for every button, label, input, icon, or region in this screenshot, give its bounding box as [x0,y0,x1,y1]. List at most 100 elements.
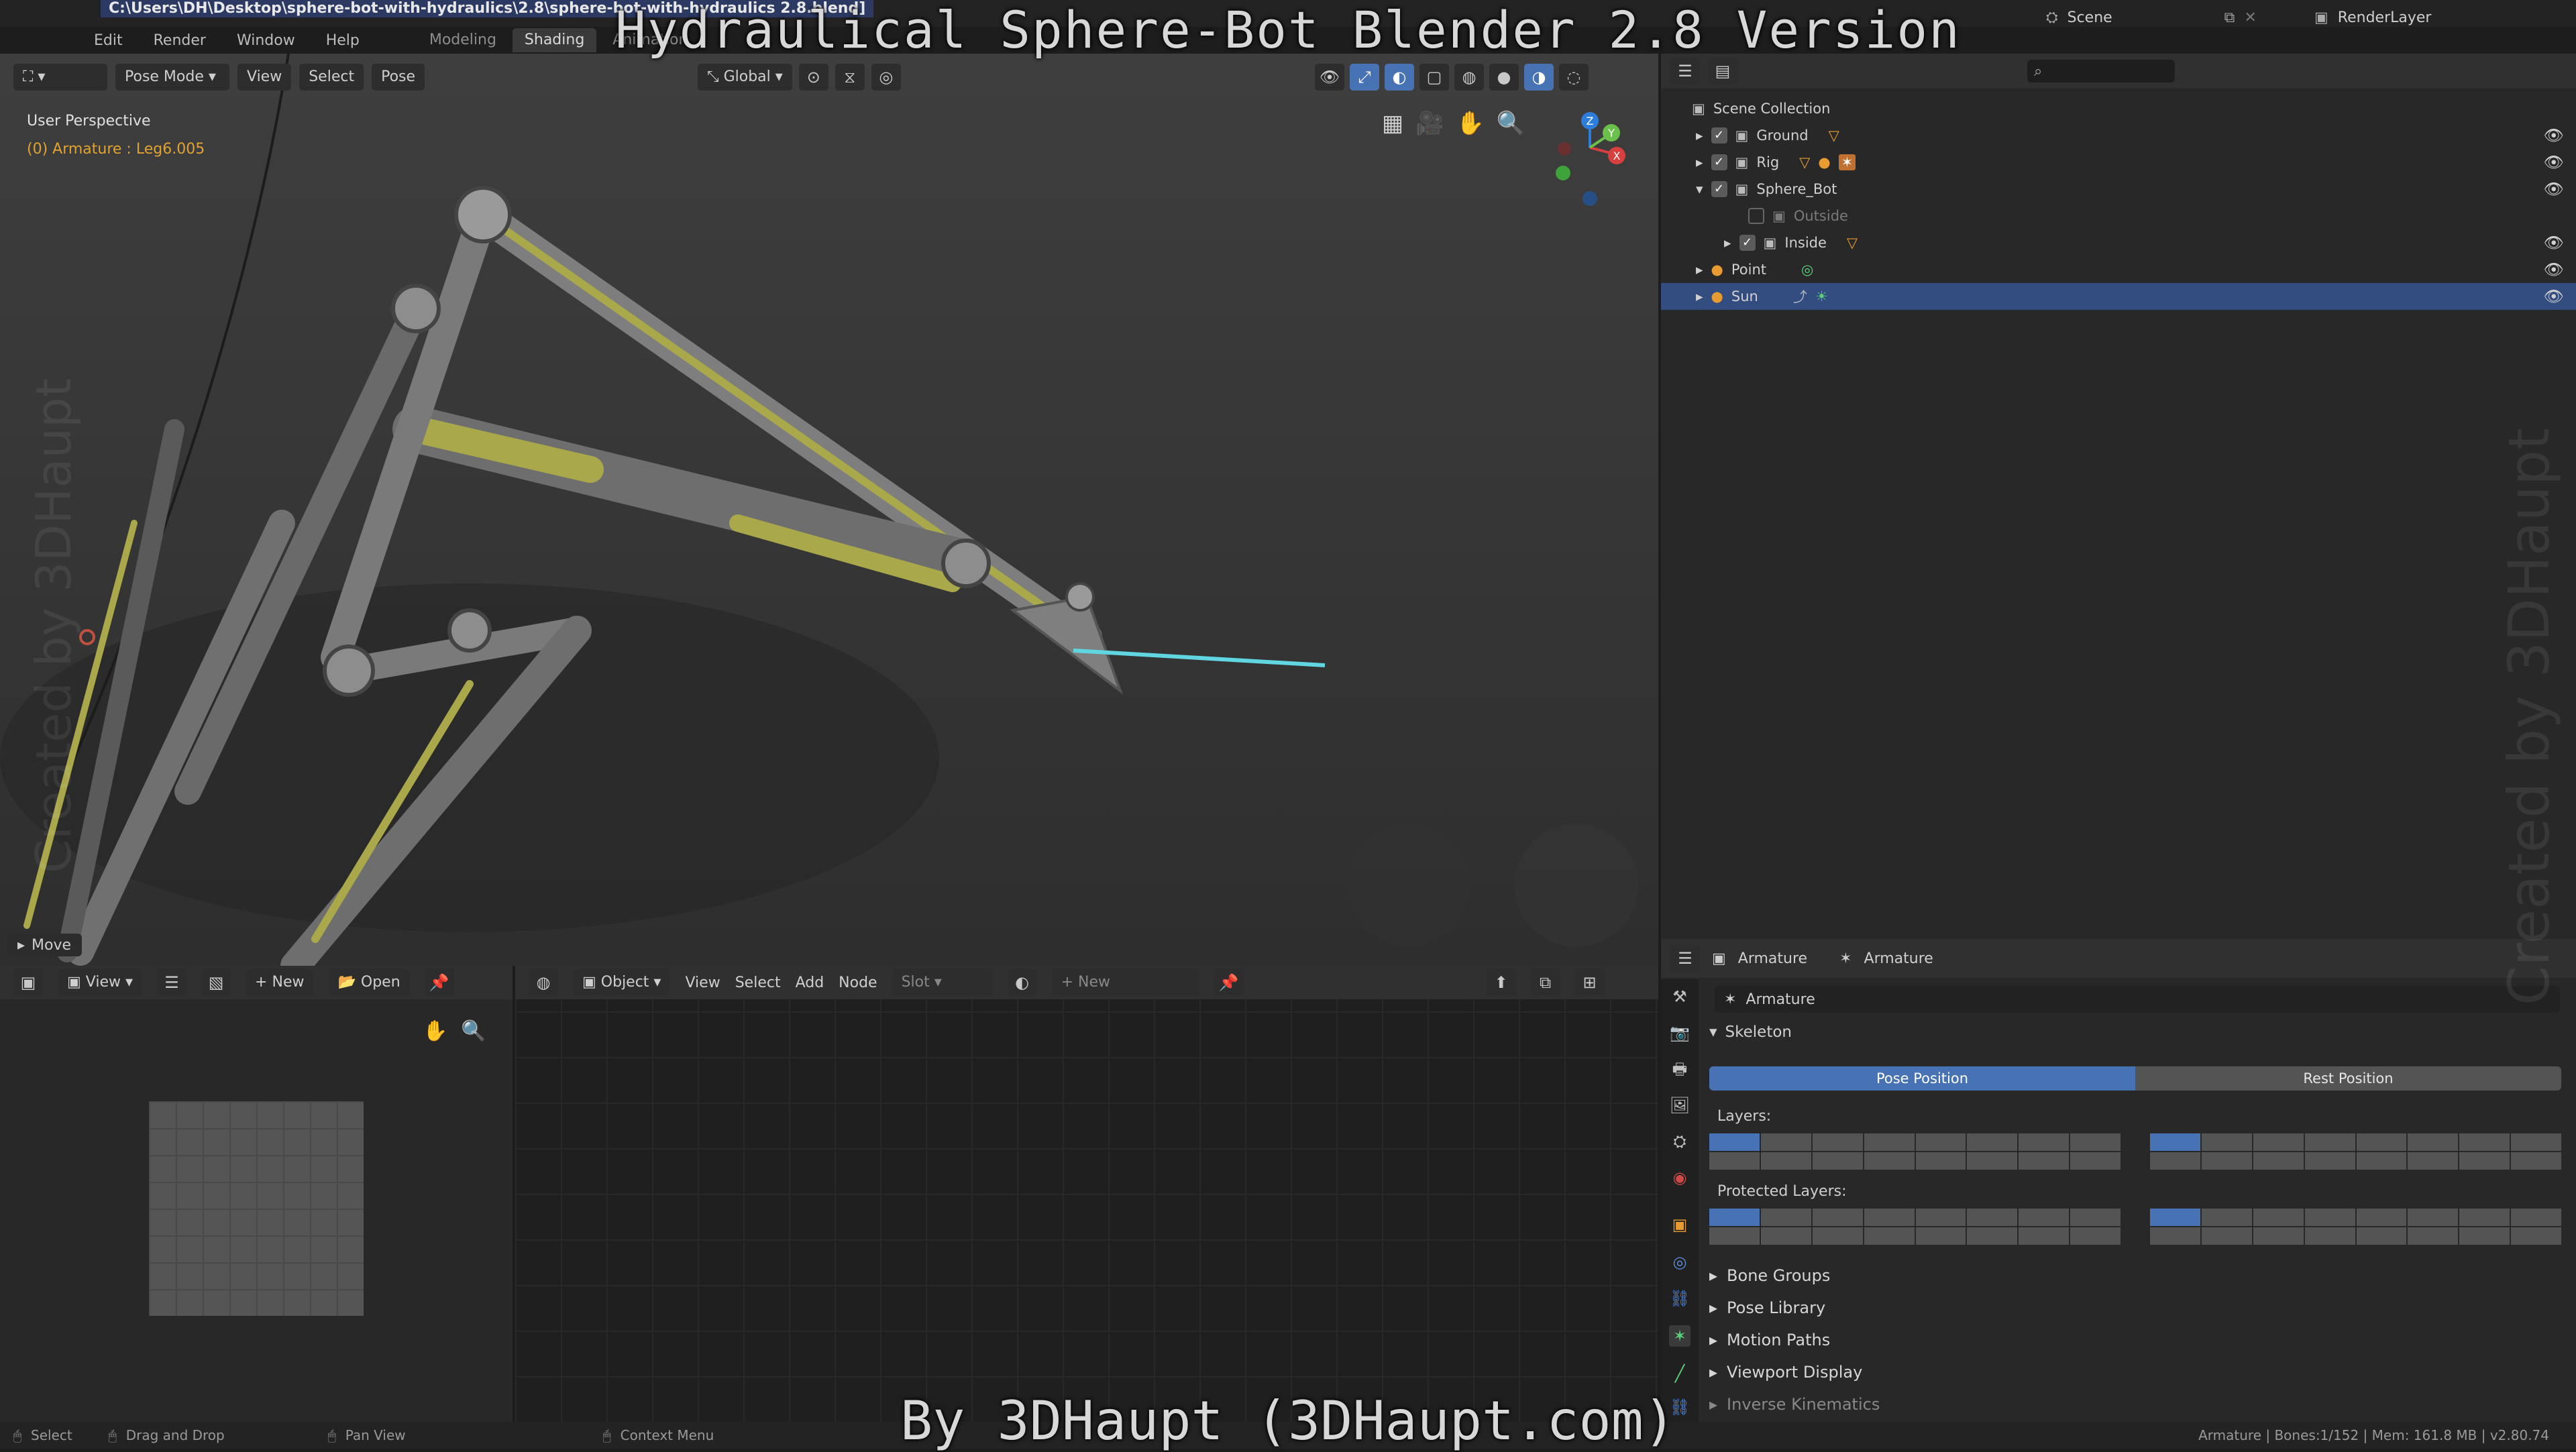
outliner-editor-icon[interactable]: ☰ [1670,58,1700,85]
pivot-icon[interactable]: ⊙ [798,64,828,91]
shader-node-editor[interactable]: ◍ ▣ Object ▾ View Select Add Node Slot ▾… [515,966,1658,1422]
orientation-dropdown[interactable]: ⤡ Global ▾ [698,64,792,91]
panel-motion-paths[interactable]: ▸ Motion Paths [1709,1324,2561,1356]
scene-collection-row[interactable]: ▣ Scene Collection [1661,95,2576,122]
snap-icon[interactable]: ⧉ [1530,969,1560,996]
menu-pose[interactable]: Pose [372,64,425,91]
outliner-item-rig[interactable]: ▸ ✓ ▣ Rig ▽ ● ✶ 👁 [1661,149,2576,176]
rest-position-button[interactable]: Rest Position [2135,1066,2561,1091]
outliner-item-point[interactable]: ▸ ● Point ◎ 👁 [1661,256,2576,283]
render-tab-icon[interactable]: 📷 [1669,1022,1690,1044]
xray-icon[interactable]: ▢ [1419,64,1449,91]
chevron-right-icon[interactable]: ▸ [1724,235,1731,251]
chevron-right-icon[interactable]: ▸ [1696,262,1703,278]
material-icon[interactable]: ◐ [1007,969,1037,996]
exclude-checkbox[interactable]: ✓ [1711,127,1727,144]
outliner-item-inside[interactable]: ▸ ✓ ▣ Inside ▽ 👁 [1661,229,2576,256]
editor-type-button[interactable]: ⛶ ▾ [13,64,107,91]
gizmo-icon[interactable]: ⤢ [1350,64,1379,91]
exclude-checkbox[interactable] [1748,208,1764,224]
mode-dropdown[interactable]: Pose Mode ▾ [115,64,229,91]
shader-type-dropdown[interactable]: ▣ Object ▾ [573,969,671,996]
navigation-gizmo[interactable]: Z X Y [1536,107,1644,215]
tool-tab-icon[interactable]: ⚒ [1669,986,1690,1007]
bone-tab-icon[interactable]: ╱ [1669,1363,1690,1384]
panel-pose-library[interactable]: ▸ Pose Library [1709,1292,2561,1324]
armature-data-tab-icon[interactable]: ✶ [1669,1325,1690,1347]
menu-view[interactable]: View [237,64,292,91]
image-browse-icon[interactable]: ▧ [201,969,231,996]
zoom-icon[interactable]: 🔍 [461,1019,486,1043]
chevron-down-icon[interactable]: ▾ [1696,181,1703,197]
pose-position-button[interactable]: Pose Position [1709,1066,2135,1091]
exclude-checkbox[interactable]: ✓ [1711,181,1727,197]
scene-tab-icon[interactable]: ⛭ [1669,1131,1690,1152]
image-editor[interactable]: ▣ ▣ View ▾ ☰ ▧ + New 📂 Open 📌 ✋ 🔍 [0,966,513,1422]
chevron-right-icon[interactable]: ▸ [1696,154,1703,170]
physics-tab-icon[interactable]: ◎ [1669,1251,1690,1273]
hand-icon[interactable]: ✋ [1456,110,1484,137]
exclude-checkbox[interactable]: ✓ [1739,235,1756,251]
armature-datablock-field[interactable]: ✶ Armature [1715,986,2560,1013]
eye-icon[interactable]: 👁 [2544,233,2564,252]
output-tab-icon[interactable]: 🖶 [1669,1058,1690,1080]
display-mode-icon[interactable]: ▤ [1708,58,1737,85]
menu-node[interactable]: Node [839,974,877,991]
overlay-icon[interactable]: ◐ [1385,64,1414,91]
new-image-button[interactable]: + New [246,969,314,996]
eye-icon[interactable]: 👁 [2544,126,2564,145]
chevron-right-icon[interactable]: ▸ [1696,288,1703,304]
object-tab-icon[interactable]: ▣ [1669,1214,1690,1235]
menu-icon[interactable]: ☰ [157,969,187,996]
zoom-icon[interactable]: 🔍 [1497,110,1525,137]
outliner-search-input[interactable]: ⌕ [2027,60,2175,82]
menu-view[interactable]: View [86,974,121,991]
editor-type-icon[interactable]: ▣ [13,969,43,996]
proportional-icon[interactable]: ◎ [871,64,901,91]
material-shading-icon[interactable]: ◑ [1524,64,1554,91]
outliner-item-sun[interactable]: ▸ ● Sun ⤴ ☀ 👁 [1661,283,2576,310]
new-material-button[interactable]: + New [1051,969,1199,996]
hand-icon[interactable]: ✋ [423,1019,447,1043]
menu-select[interactable]: Select [299,64,364,91]
wireframe-shading-icon[interactable]: ◍ [1454,64,1484,91]
camera-icon[interactable]: 🎥 [1415,110,1444,137]
view-layer-tab-icon[interactable]: 🖼 [1669,1095,1690,1116]
constraints-tab-icon[interactable]: ⛓ [1669,1288,1690,1309]
rendered-shading-icon[interactable]: ◌ [1559,64,1589,91]
panel-viewport-display[interactable]: ▸ Viewport Display [1709,1356,2561,1388]
menu-add[interactable]: Add [796,974,824,991]
eye-icon[interactable]: 👁 [2544,180,2564,199]
layer-buttons-right[interactable] [2150,1133,2561,1170]
pin-icon[interactable]: 📌 [1214,969,1244,996]
eye-icon[interactable]: 👁 [2544,260,2564,279]
protected-layer-buttons-right[interactable] [2150,1209,2561,1245]
protected-layer-buttons-left[interactable] [1709,1209,2121,1245]
eye-icon[interactable]: 👁 [2544,287,2564,306]
last-operator-panel[interactable]: ▸ Move [7,934,83,956]
chevron-right-icon[interactable]: ▸ [1696,127,1703,144]
snap-icon[interactable]: ⧖ [835,64,865,91]
exclude-checkbox[interactable]: ✓ [1711,154,1727,170]
grid-snap-icon[interactable]: ⊞ [1574,969,1605,996]
skeleton-panel-header[interactable]: ▾ Skeleton [1709,1023,1792,1041]
grid-icon[interactable]: ▦ [1382,110,1403,137]
editor-mode-dropdown[interactable]: ▣ View ▾ [58,969,143,996]
menu-select[interactable]: Select [735,974,781,991]
slot-dropdown[interactable]: Slot ▾ [892,969,993,996]
open-image-button[interactable]: 📂 Open [328,969,410,996]
menu-view[interactable]: View [685,974,720,991]
solid-shading-icon[interactable]: ● [1489,64,1519,91]
world-tab-icon[interactable]: ◉ [1669,1167,1690,1188]
outliner-item-ground[interactable]: ▸ ✓ ▣ Ground ▽ 👁 [1661,122,2576,149]
outliner-item-sphere-bot[interactable]: ▾ ✓ ▣ Sphere_Bot 👁 [1661,176,2576,203]
editor-type-icon[interactable]: ◍ [529,969,558,996]
visibility-icon[interactable]: 👁 [1315,64,1344,91]
panel-bone-groups[interactable]: ▸ Bone Groups [1709,1260,2561,1292]
layer-buttons-left[interactable] [1709,1133,2121,1170]
parent-node-icon[interactable]: ⬆ [1486,969,1516,996]
eye-icon[interactable]: 👁 [2544,153,2564,172]
properties-editor-icon[interactable]: ☰ [1670,945,1700,972]
pin-icon[interactable]: 📌 [424,969,454,996]
outliner-item-outside[interactable]: ▣ Outside [1661,203,2576,229]
